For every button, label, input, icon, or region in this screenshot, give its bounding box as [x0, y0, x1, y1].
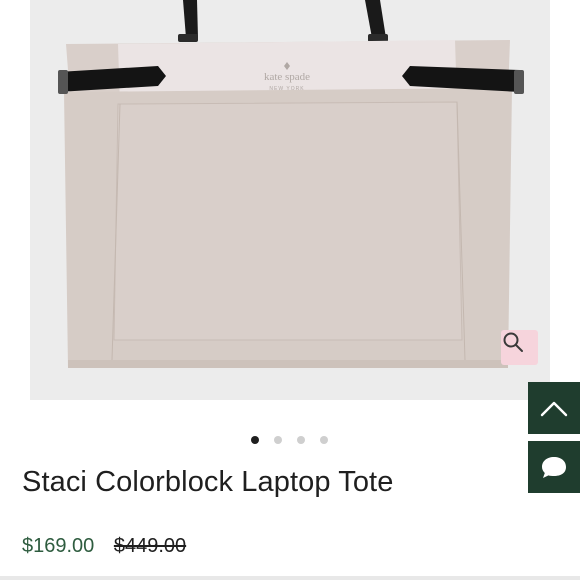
- chevron-up-icon: [540, 401, 568, 417]
- carousel-dot-1[interactable]: [251, 436, 259, 444]
- carousel-dot-4[interactable]: [320, 436, 328, 444]
- svg-text:kate spade: kate spade: [264, 71, 310, 83]
- tote-bag-illustration: kate spade NEW YORK: [30, 0, 550, 400]
- carousel-dots: [251, 436, 328, 444]
- zoom-button[interactable]: [501, 330, 538, 365]
- product-image[interactable]: kate spade NEW YORK: [0, 0, 580, 400]
- chat-button[interactable]: [528, 441, 580, 493]
- carousel-dot-2[interactable]: [274, 436, 282, 444]
- divider: [0, 576, 580, 580]
- product-title: Staci Colorblock Laptop Tote: [22, 466, 394, 498]
- price-row: $169.00 $449.00: [22, 535, 200, 558]
- sale-price: $169.00: [22, 535, 95, 557]
- svg-text:NEW YORK: NEW YORK: [269, 86, 304, 92]
- search-icon: [503, 332, 523, 352]
- original-price: $449.00: [113, 535, 187, 557]
- scroll-top-button[interactable]: [528, 382, 580, 434]
- carousel-dot-3[interactable]: [297, 436, 305, 444]
- chat-bubble-icon: [542, 457, 566, 478]
